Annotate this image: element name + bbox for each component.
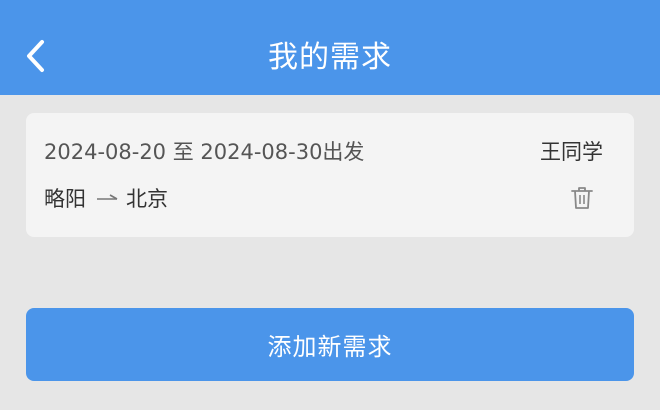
add-demand-button[interactable]: 添加新需求 xyxy=(26,308,634,381)
destination-city: 北京 xyxy=(126,187,168,211)
person-name: 王同学 xyxy=(540,140,603,164)
delete-button[interactable] xyxy=(567,183,597,213)
origin-city: 略阳 xyxy=(44,187,86,211)
date-range: 2024-08-20 至 2024-08-30出发 xyxy=(44,140,365,164)
page-title: 我的需求 xyxy=(268,40,392,75)
trash-icon xyxy=(571,187,593,209)
arrow-right-icon xyxy=(96,192,118,204)
demand-card[interactable]: 2024-08-20 至 2024-08-30出发 王同学 略阳 北京 xyxy=(26,113,634,237)
top-bar: 我的需求 xyxy=(0,0,660,95)
route: 略阳 北京 xyxy=(44,183,168,213)
